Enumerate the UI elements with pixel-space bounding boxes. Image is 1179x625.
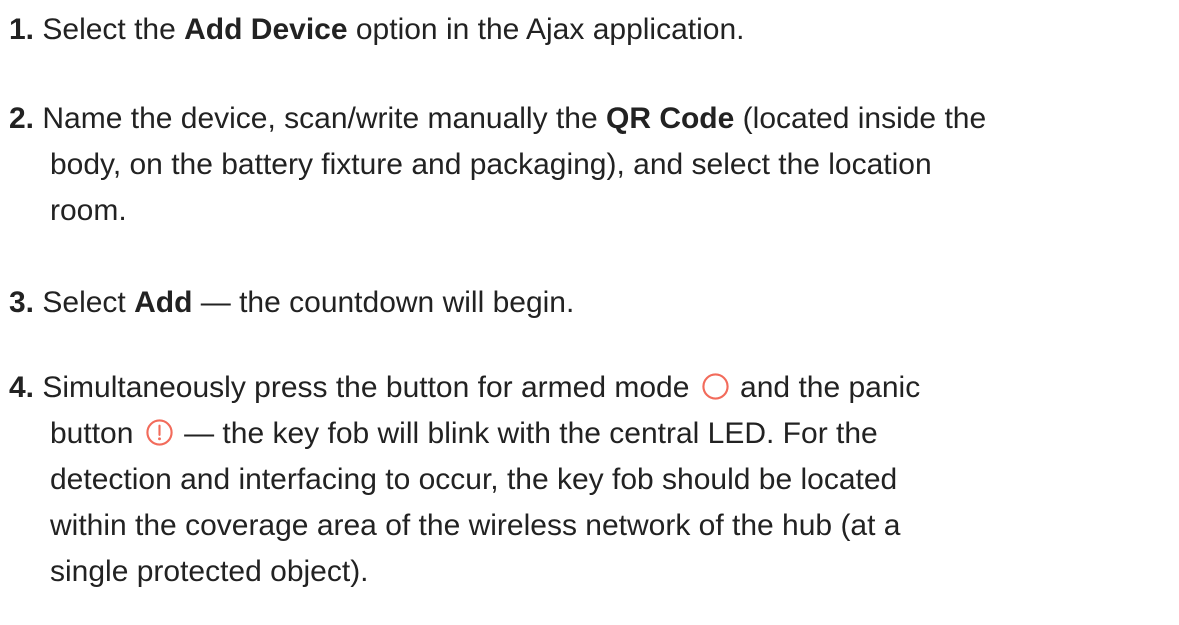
step-2: 2. Name the device, scan/write manually … [9, 96, 1174, 234]
step-text: Select [42, 286, 135, 319]
add-emphasis: Add [134, 286, 193, 319]
step-text: — the countdown will begin. [192, 286, 575, 319]
step-text-line: body, on the battery fixture and packagi… [50, 148, 932, 181]
step-number: 1. [9, 13, 35, 46]
step-text: Name the device, scan/write manually the [42, 102, 606, 135]
step-text: Simultaneously press the button for arme… [42, 371, 698, 404]
step-text-line: single protected object). [50, 555, 369, 588]
step-number: 3. [9, 286, 35, 319]
step-text: and the panic [731, 371, 921, 404]
step-number: 4. [9, 371, 35, 404]
step-1: 1. Select the Add Device option in the A… [9, 7, 1174, 53]
step-number: 2. [9, 102, 35, 135]
panic-exclamation-icon [145, 418, 174, 447]
step-text: — the key fob will blink with the centra… [175, 417, 878, 450]
qr-code-emphasis: QR Code [605, 102, 735, 135]
add-device-emphasis: Add Device [184, 13, 348, 46]
step-text-line: detection and interfacing to occur, the … [50, 463, 898, 496]
step-4: 4. Simultaneously press the button for a… [9, 365, 1174, 595]
step-text-line: within the coverage area of the wireless… [50, 509, 901, 542]
step-text: Select the [42, 13, 185, 46]
step-text: (located inside the [734, 102, 987, 135]
step-text-line: button — the key fob will blink with the… [9, 411, 1174, 457]
step-3: 3. Select Add — the countdown will begin… [9, 280, 1174, 326]
step-text: button [50, 417, 142, 450]
step-text: option in the Ajax application. [347, 13, 745, 46]
step-text-line: room. [50, 194, 127, 227]
armed-mode-circle-icon [701, 372, 730, 401]
